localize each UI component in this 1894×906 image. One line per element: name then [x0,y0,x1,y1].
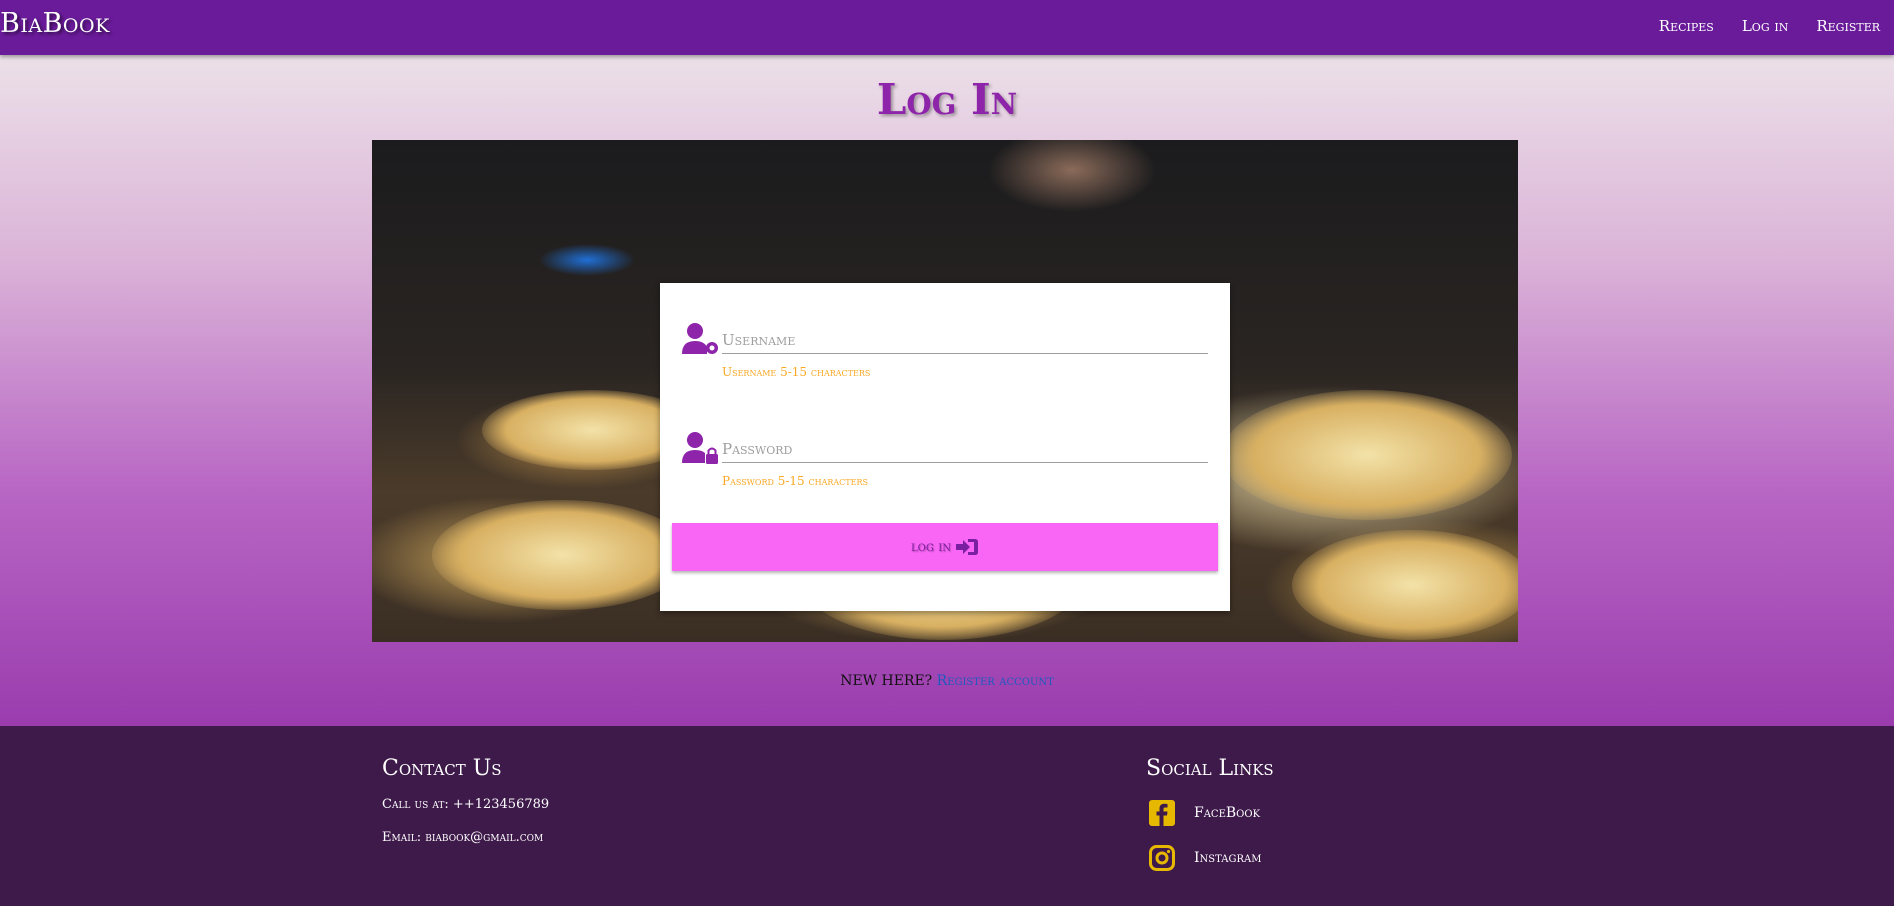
user-lock-icon [682,432,718,464]
username-input[interactable] [722,327,1208,354]
register-prompt: NEW HERE? Register account [0,673,1894,689]
register-prompt-text: NEW HERE? [840,673,933,689]
nav-links: Recipes Log in Register [1659,17,1880,35]
social-item-facebook: FaceBook [1148,799,1260,827]
brand-logo[interactable]: BiaBook [0,8,110,39]
contact-phone: Call us at: ++123456789 [382,797,550,812]
user-cog-icon [682,323,718,354]
instagram-link[interactable]: Instagram [1194,850,1261,866]
nav-link-login[interactable]: Log in [1742,17,1789,35]
username-field: Username 5-15 characters [680,311,1210,379]
login-button[interactable]: log in [672,523,1218,571]
main-content: Log In Username 5-15 characters [0,55,1894,726]
social-item-instagram: Instagram [1148,844,1261,872]
instagram-icon[interactable] [1148,844,1176,872]
social-title: Social Links [1146,756,1274,781]
register-account-link[interactable]: Register account [937,673,1054,689]
contact-email: Email: biabook@gmail.com [382,830,544,845]
login-form: Username 5-15 characters Password 5-15 c… [660,283,1230,611]
password-input[interactable] [722,436,1208,463]
login-button-label: log in [911,539,951,555]
facebook-icon[interactable] [1148,799,1176,827]
nav-link-register[interactable]: Register [1816,17,1880,35]
page-title: Log In [876,75,1018,124]
username-help-text: Username 5-15 characters [722,365,871,379]
footer: Contact Us Call us at: ++123456789 Email… [0,726,1894,906]
password-help-text: Password 5-15 characters [722,474,868,488]
contact-title: Contact Us [382,756,502,781]
sign-in-icon [955,539,978,555]
navbar: BiaBook Recipes Log in Register [0,0,1894,55]
password-field: Password 5-15 characters [680,420,1210,488]
facebook-link[interactable]: FaceBook [1194,805,1260,821]
nav-link-recipes[interactable]: Recipes [1659,17,1714,35]
